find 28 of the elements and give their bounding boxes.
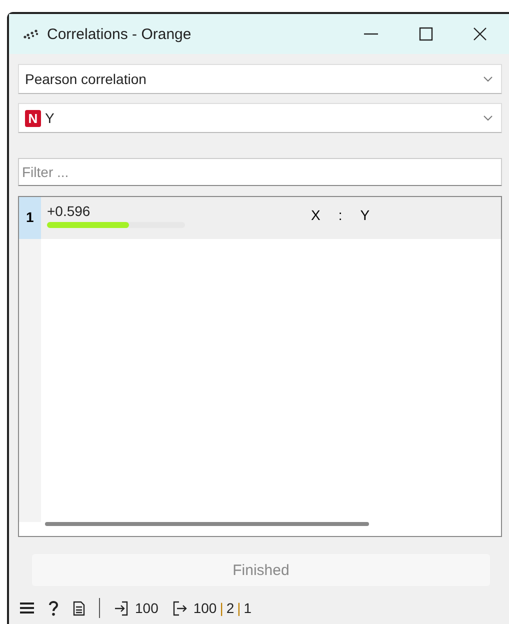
output-count: 2 [226,600,234,616]
feature-name: Y [45,110,56,126]
correlation-value: +0.596 [47,203,92,219]
numeric-badge: N [25,110,41,126]
separator-text: | [220,600,224,616]
close-icon[interactable] [473,27,487,41]
feature-dropdown[interactable]: N Y [18,103,502,133]
separator-text: | [237,600,241,616]
row-number: 1 [19,197,41,239]
window-title: Correlations - Orange [47,26,192,42]
input-icon [114,600,129,616]
help-icon[interactable] [48,600,59,616]
variable-pair-text: X [311,207,320,225]
output-icon [172,600,188,616]
output-count: 100 [193,600,217,616]
output-count: 1 [244,600,252,616]
variable-pair-text: : [338,207,342,225]
input-count: 100 [135,600,158,616]
correlation-type-dropdown[interactable]: Pearson correlation [18,64,502,94]
maximize-icon[interactable] [419,27,433,41]
document-icon[interactable] [73,600,85,616]
chevron-down-icon [483,115,493,121]
menu-icon[interactable] [20,602,34,614]
scrollbar-thumb[interactable] [45,522,369,526]
variable-pair-text: Y [360,207,370,225]
scatter-dots-icon [23,29,39,39]
filter-field[interactable]: Filter ... [18,158,502,186]
chevron-down-icon [483,76,493,82]
